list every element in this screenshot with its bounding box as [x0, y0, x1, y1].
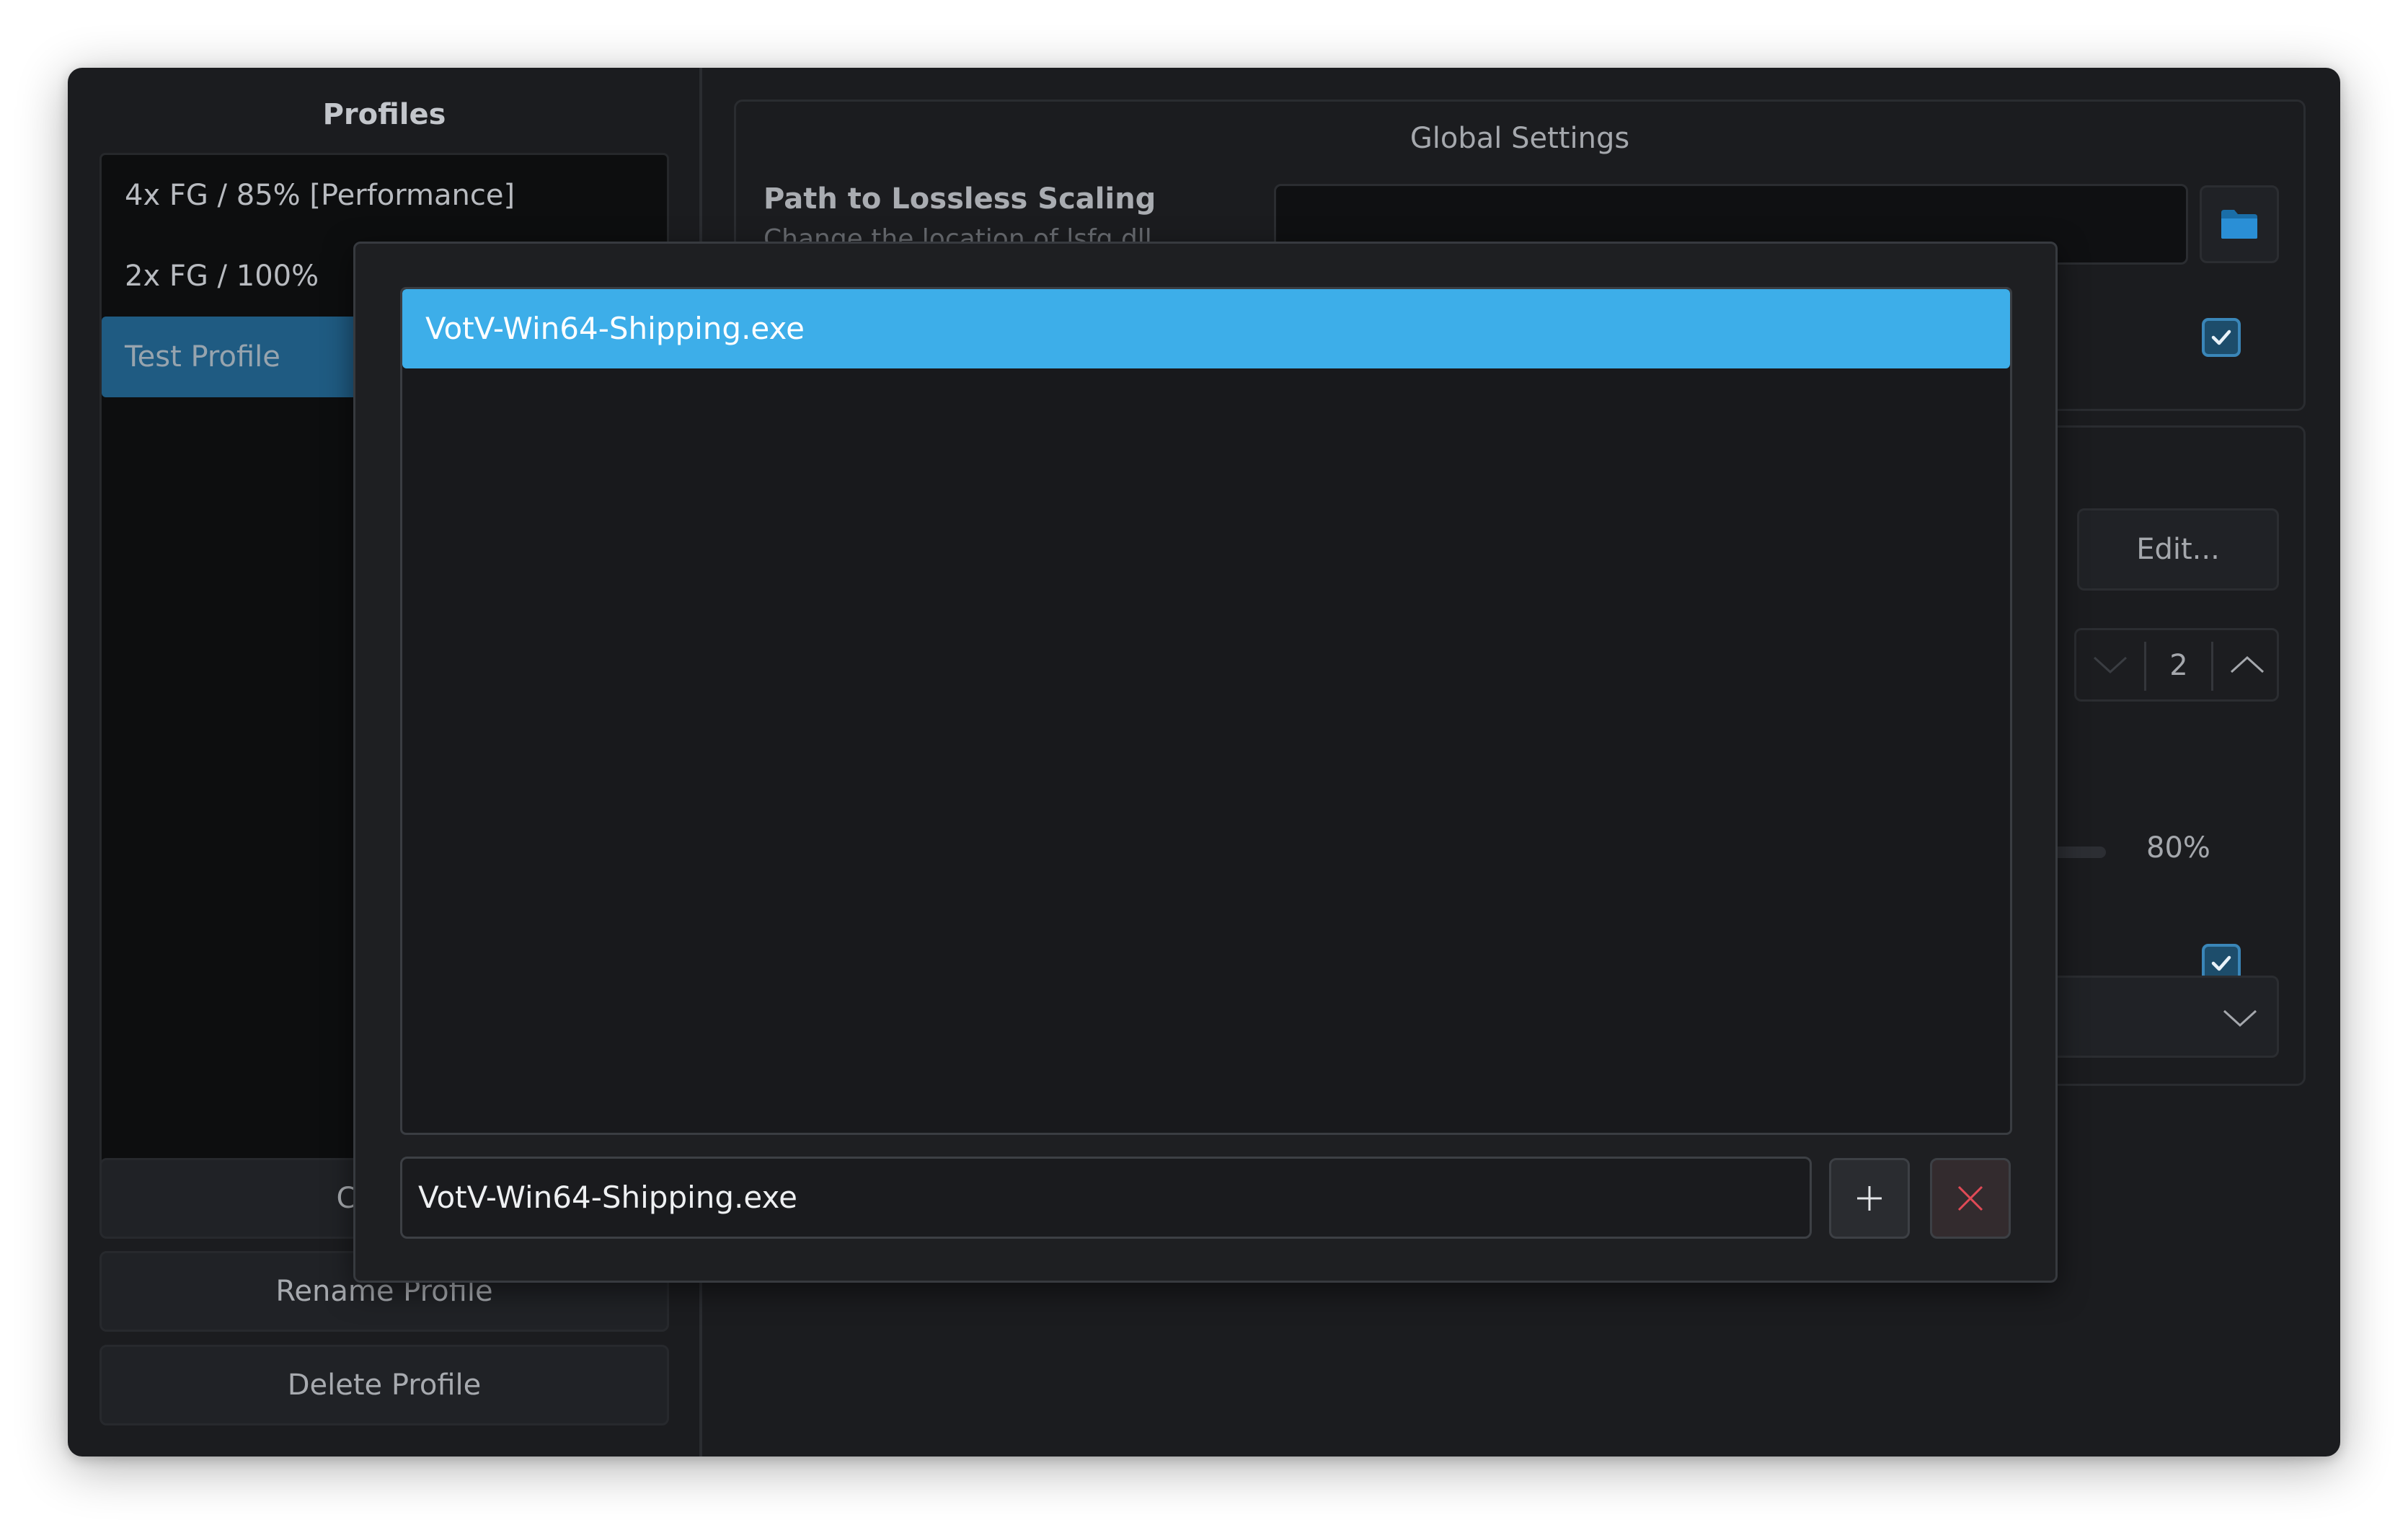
- global-settings-title: Global Settings: [1409, 122, 1630, 155]
- app-window: Profiles 4x FG / 85% [Performance] 2x FG…: [68, 68, 2340, 1457]
- path-label: Path to Lossless Scaling: [763, 182, 1156, 216]
- checkmark-icon: [2211, 330, 2231, 345]
- executable-list[interactable]: VotV-Win64-Shipping.exe: [400, 287, 2012, 1135]
- chevron-up-icon: [2230, 655, 2265, 673]
- browse-folder-button[interactable]: [2200, 185, 2279, 263]
- chevron-down-icon: [2223, 1009, 2257, 1027]
- flow-scale-value: 80%: [2146, 831, 2210, 865]
- chevron-down-icon: [2093, 656, 2128, 674]
- increment-button[interactable]: [2213, 630, 2281, 699]
- executable-list-item[interactable]: VotV-Win64-Shipping.exe: [402, 289, 2010, 368]
- close-icon: [1957, 1185, 1983, 1211]
- executable-dialog: VotV-Win64-Shipping.exe VotV-Win64-Shipp…: [353, 242, 2058, 1283]
- profiles-title: Profiles: [322, 98, 446, 131]
- remove-button[interactable]: [1930, 1158, 2011, 1239]
- executable-input[interactable]: VotV-Win64-Shipping.exe: [400, 1157, 1812, 1239]
- delete-profile-button[interactable]: Delete Profile: [99, 1345, 669, 1425]
- add-button[interactable]: [1829, 1158, 1910, 1239]
- checkmark-icon: [2211, 955, 2231, 971]
- folder-icon: [2221, 210, 2257, 239]
- decrement-button[interactable]: [2076, 630, 2144, 699]
- profile-item[interactable]: 4x FG / 85% [Performance]: [102, 155, 667, 236]
- edit-button[interactable]: Edit...: [2077, 508, 2279, 591]
- global-checkbox[interactable]: [2202, 318, 2241, 357]
- multiplier-value[interactable]: 2: [2146, 630, 2211, 699]
- plus-icon: [1857, 1186, 1882, 1211]
- multiplier-spinbox: 2: [2074, 628, 2279, 702]
